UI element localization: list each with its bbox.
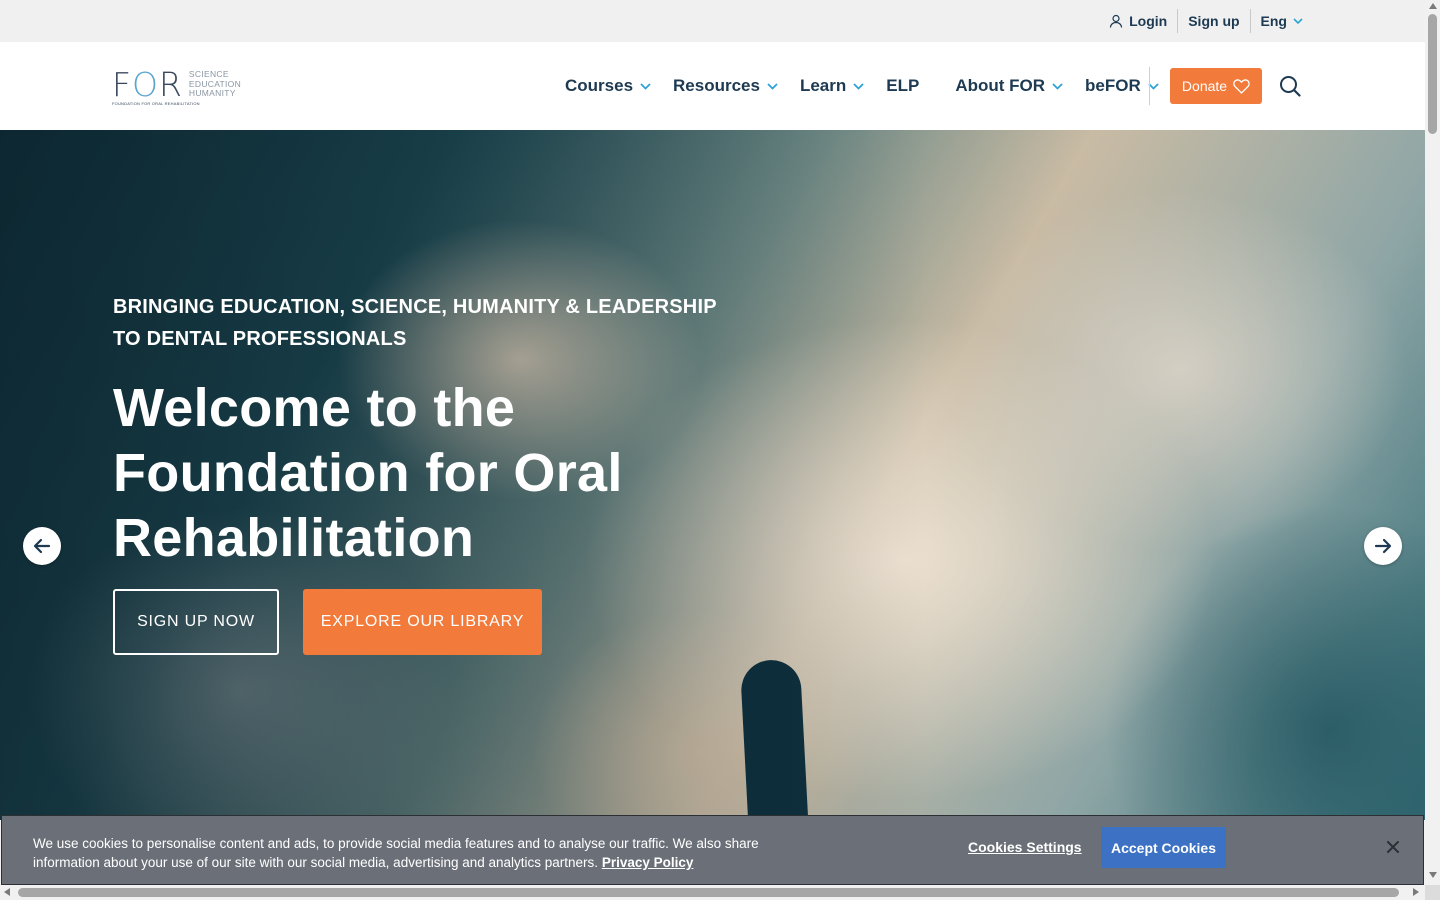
nav-divider [1149,67,1150,105]
logo-letter-r: R [158,65,183,104]
scroll-left-icon[interactable] [4,888,10,896]
nav-item-befor[interactable]: beFOR [1085,76,1159,96]
nav-label: ELP [886,76,920,95]
hero-title-line: Welcome to the [113,378,516,438]
chevron-down-icon [640,82,651,90]
utility-links: Login Sign up Eng [1099,0,1313,42]
chevron-down-icon [1052,82,1063,90]
logo-letter-o: O [131,65,159,104]
nav-label: Courses [565,76,634,95]
privacy-policy-link[interactable]: Privacy Policy [602,855,694,870]
explore-library-button[interactable]: EXPLORE OUR LIBRARY [303,589,542,655]
arrow-right-icon [1374,538,1392,554]
donate-label: Donate [1181,78,1228,94]
hero-eyebrow-line: BRINGING EDUCATION, SCIENCE, HUMANITY & … [113,296,717,318]
carousel-next-button[interactable] [1364,527,1402,565]
hero-eyebrow-line: TO DENTAL PROFESSIONALS [113,328,407,350]
hero-eyebrow: BRINGING EDUCATION, SCIENCE, HUMANITY & … [113,291,733,355]
hero-title-line: Rehabilitation [113,508,475,568]
scrollbar-corner [1425,885,1440,900]
arrow-left-icon [33,538,51,554]
logo-tagline: SCIENCE EDUCATION HUMANITY [188,69,241,99]
nav-label: About FOR [955,76,1046,95]
accept-cookies-button[interactable]: Accept Cookies [1101,827,1226,868]
nav-item-about[interactable]: About FOR [955,76,1063,96]
donate-button[interactable]: Donate [1170,68,1262,104]
chevron-down-icon [853,82,864,90]
nav-item-resources[interactable]: Resources [673,76,778,96]
signup-label: Sign up [1188,13,1240,29]
nav-item-courses[interactable]: Courses [565,76,651,96]
chevron-down-icon [1293,17,1303,24]
horizontal-scroll-thumb[interactable] [18,888,1399,897]
login-link[interactable]: Login [1099,9,1177,33]
hero-title-line: Foundation for Oral [113,443,623,503]
nav-label: Resources [673,76,760,95]
scroll-right-icon[interactable] [1413,888,1419,896]
nav-label: beFOR [1085,76,1141,95]
vertical-scrollbar[interactable] [1425,0,1440,885]
logo-subtitle: FOUNDATION FOR ORAL REHABILITATION [112,101,200,106]
nav-item-learn[interactable]: Learn [800,76,864,96]
signup-link[interactable]: Sign up [1178,9,1249,33]
hero-title: Welcome to the Foundation for Oral Rehab… [113,376,733,571]
carousel-prev-button[interactable] [23,527,61,565]
cookie-banner: We use cookies to personalise content an… [1,815,1424,885]
cookies-settings-button[interactable]: Cookies Settings [968,839,1082,855]
nav-item-elp[interactable]: ELP [886,76,919,96]
chevron-down-icon [767,82,778,90]
language-label: Eng [1260,13,1287,29]
search-icon [1280,76,1301,97]
main-navbar: FOR SCIENCE EDUCATION HUMANITY FOUNDATIO… [0,42,1425,130]
horizontal-scrollbar[interactable] [0,885,1425,900]
logo-mark: FOR [112,68,183,102]
login-label: Login [1129,13,1168,29]
cookie-close-button[interactable] [1385,839,1403,857]
scroll-down-icon[interactable] [1429,872,1437,878]
search-button[interactable] [1279,75,1303,99]
cookie-message: We use cookies to personalise content an… [33,834,793,872]
heart-icon [1233,78,1250,94]
scroll-up-icon[interactable] [1429,3,1437,9]
close-icon [1387,841,1399,853]
user-icon [1110,14,1123,28]
language-selector[interactable]: Eng [1251,9,1313,33]
top-utility-bar: Login Sign up Eng [0,0,1425,42]
vertical-scroll-thumb[interactable] [1428,14,1437,134]
for-logo[interactable]: FOR SCIENCE EDUCATION HUMANITY FOUNDATIO… [112,68,252,108]
sign-up-now-button[interactable]: SIGN UP NOW [113,589,279,655]
nav-menu: Courses Resources Learn ELP About FOR be… [565,42,1181,130]
nav-label: Learn [799,76,847,95]
hero-carousel: BRINGING EDUCATION, SCIENCE, HUMANITY & … [0,130,1425,820]
logo-letter-f: F [112,65,132,104]
logo-tag-humanity: HUMANITY [188,88,236,98]
